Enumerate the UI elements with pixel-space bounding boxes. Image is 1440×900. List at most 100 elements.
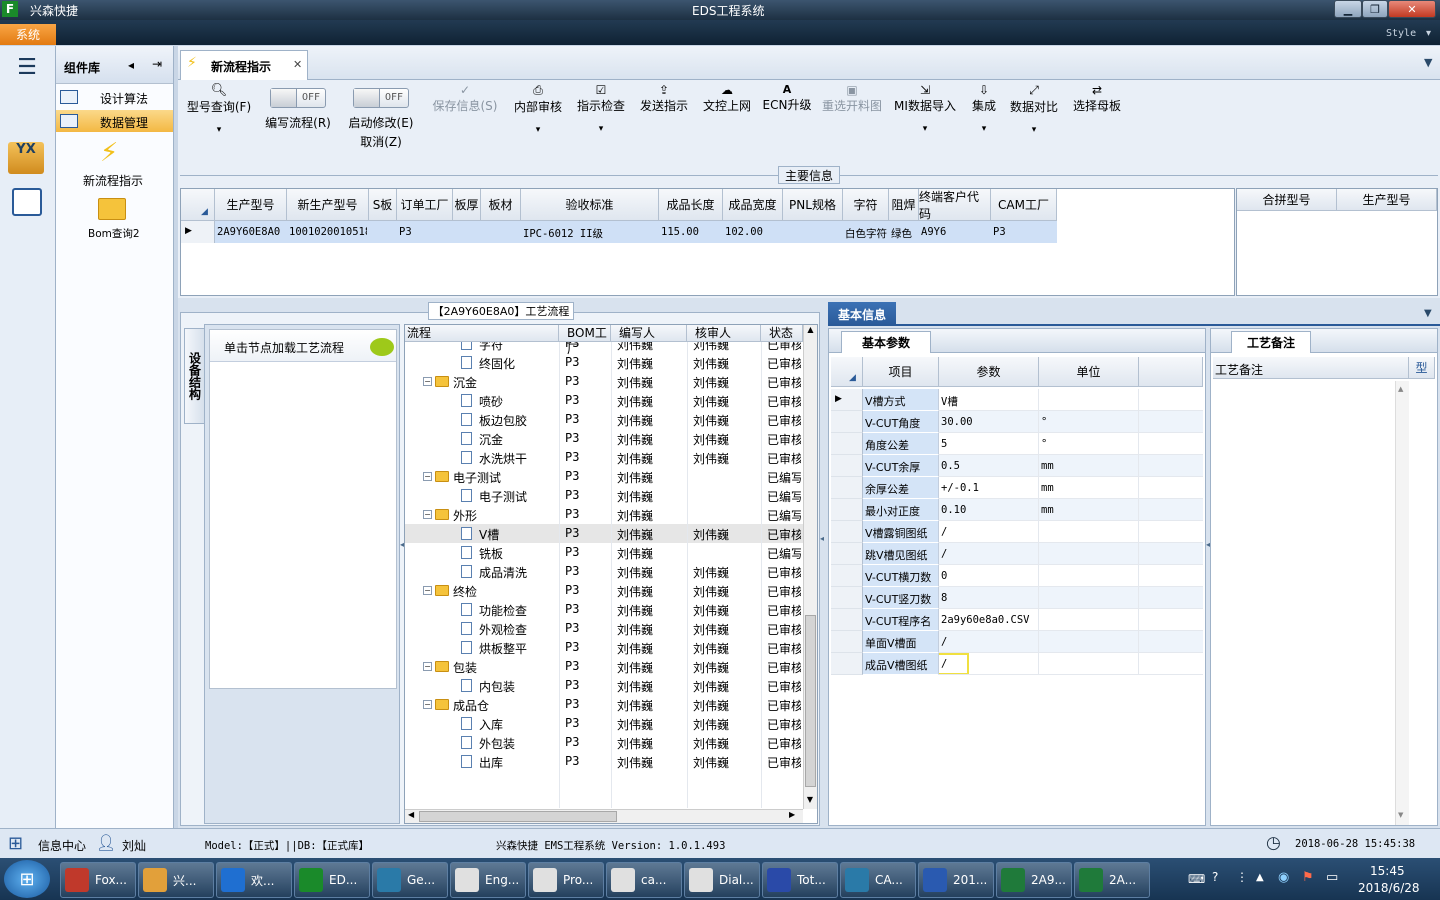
taskbar-item[interactable]: ED... [294, 862, 370, 898]
mi-import-button[interactable]: ⇲ MI数据导入 ▾ [892, 80, 958, 148]
column-header[interactable]: 板材 [481, 189, 521, 221]
tree-node-label[interactable]: 成品仓 [453, 697, 553, 714]
taskbar-item[interactable]: 201... [918, 862, 994, 898]
param-value[interactable]: 0.5 [939, 455, 1039, 477]
table-row[interactable]: − 沉金 P3 刘伟巍 刘伟巍 已审核 [405, 372, 803, 391]
column-header[interactable]: 单位 [1039, 357, 1139, 387]
param-unit[interactable] [1039, 543, 1139, 565]
param-value[interactable]: 0.10 [939, 499, 1039, 521]
param-unit[interactable] [1039, 521, 1139, 543]
style-dropdown-icon[interactable]: ▾ [1426, 28, 1431, 39]
sidebar-item-design-algorithm[interactable]: 设计算法 [56, 86, 173, 108]
model-query-button[interactable]: 🔍︎ 型号查询(F) ▾ [182, 80, 256, 148]
tree-node-label[interactable]: 外形 [453, 507, 553, 524]
internal-review-button[interactable]: ⎙ 内部审核 ▾ [508, 80, 568, 148]
param-unit[interactable] [1039, 631, 1139, 653]
table-row[interactable]: 板边包胶 P3 刘伟巍 刘伟巍 已审核 [405, 410, 803, 429]
display-icon[interactable]: ▭ [1326, 870, 1338, 885]
column-header[interactable]: 型 [1409, 357, 1435, 379]
param-unit[interactable] [1039, 565, 1139, 587]
tree-node-label[interactable]: 功能检查 [479, 602, 579, 619]
table-cell[interactable]: 绿色 [891, 226, 917, 241]
splitter-handle-icon[interactable]: ◂ [820, 534, 824, 543]
column-header[interactable]: 字符 [843, 189, 889, 221]
pin-icon[interactable]: ⇥ [152, 57, 162, 71]
remarks-textarea[interactable] [1215, 381, 1395, 821]
column-header[interactable]: 新生产型号 [287, 189, 369, 221]
taskbar-item[interactable]: 欢... [216, 862, 292, 898]
table-row[interactable]: 终固化 P3 刘伟巍 刘伟巍 已审核 [405, 353, 803, 372]
ecn-upgrade-button[interactable]: A ECN升级 [760, 80, 814, 148]
save-info-button[interactable]: ✓ 保存信息(S) [428, 80, 502, 148]
minimize-button[interactable]: ▁ [1334, 0, 1362, 18]
table-cell[interactable]: P3 [993, 226, 1055, 238]
param-unit[interactable] [1039, 389, 1139, 411]
tree-node-label[interactable]: V槽 [479, 526, 579, 543]
collapse-left-icon[interactable]: ◂ [128, 58, 134, 72]
table-row[interactable]: 外观检查 P3 刘伟巍 刘伟巍 已审核 [405, 619, 803, 638]
tray-expand-icon[interactable]: ▲ [1256, 872, 1264, 883]
param-unit[interactable] [1039, 609, 1139, 631]
table-row[interactable]: 外包装 P3 刘伟巍 刘伟巍 已审核 [405, 733, 803, 752]
table-cell[interactable]: A9Y6 [921, 226, 989, 238]
doc-upload-button[interactable]: ☁ 文控上网 [698, 80, 756, 148]
tree-node-label[interactable]: 水洗烘干 [479, 450, 579, 467]
param-value[interactable]: 2a9y60e8a0.CSV [939, 609, 1039, 631]
param-value[interactable]: 8 [939, 587, 1039, 609]
table-row[interactable]: 入库 P3 刘伟巍 刘伟巍 已审核 [405, 714, 803, 733]
tree-node-label[interactable]: 字符 [479, 342, 579, 353]
scroll-left-icon[interactable]: ◀ [408, 810, 414, 819]
tree-node-label[interactable]: 沉金 [479, 431, 579, 448]
tray-menu-icon[interactable]: ⋮ [1236, 870, 1248, 884]
column-header[interactable]: S板 [369, 189, 397, 221]
tree-node-label[interactable]: 入库 [479, 716, 579, 733]
column-header[interactable]: 生产型号 [1337, 189, 1437, 211]
column-header[interactable]: 生产型号 [215, 189, 287, 221]
table-cell[interactable]: 115.00 [661, 226, 721, 238]
taskbar-item[interactable]: 2A9... [996, 862, 1072, 898]
taskbar-item[interactable]: Ge... [372, 862, 448, 898]
tree-node-label[interactable]: 出库 [479, 754, 579, 771]
sidebar-item-data-management[interactable]: 数据管理 [56, 110, 173, 132]
send-instruction-button[interactable]: ⇪ 发送指示 [634, 80, 694, 148]
taskbar-item[interactable]: Pro... [528, 862, 604, 898]
table-cell[interactable]: 白色字符 [845, 226, 887, 241]
maximize-button[interactable]: ❐ [1362, 0, 1388, 18]
param-value[interactable]: / [939, 653, 1039, 675]
taskbar-item[interactable]: Tot... [762, 862, 838, 898]
scroll-down-icon[interactable]: ▼ [1398, 811, 1403, 819]
table-cell[interactable]: IPC-6012 II级 [523, 226, 657, 241]
windows-grid-icon[interactable]: ⊞ [8, 833, 23, 854]
close-button[interactable]: ✕ [1388, 0, 1436, 18]
table-row[interactable]: 烘板整平 P3 刘伟巍 刘伟巍 已审核 [405, 638, 803, 657]
collapse-toggle-icon[interactable]: − [423, 510, 432, 519]
launcher-bom-query[interactable]: Bom查询2 [56, 194, 173, 242]
tab-process-remarks[interactable]: 工艺备注 [1231, 331, 1311, 353]
table-row[interactable]: 2A9Y60E8A0 10010200105181 P3 IPC-6012 II级 11… [215, 221, 1057, 243]
select-mother-board-button[interactable]: ⇄ 选择母板 [1068, 80, 1126, 148]
tab-list-dropdown-icon[interactable]: ▼ [1424, 56, 1432, 69]
scroll-up-icon[interactable]: ▲ [1398, 385, 1403, 393]
column-header[interactable]: 成品长度 [659, 189, 723, 221]
scroll-thumb[interactable] [419, 811, 617, 822]
tree-node-label[interactable]: 沉金 [453, 374, 553, 391]
param-unit[interactable]: mm [1039, 455, 1139, 477]
param-value[interactable]: 30.00 [939, 411, 1039, 433]
column-header[interactable]: 成品宽度 [723, 189, 783, 221]
collapse-toggle-icon[interactable]: − [423, 377, 432, 386]
taskbar-item[interactable]: 兴... [138, 862, 214, 898]
start-button[interactable]: ⊞ [4, 860, 50, 898]
tree-node-label[interactable]: 成品清洗 [479, 564, 579, 581]
factory-logo-icon[interactable]: YX [8, 142, 44, 174]
tab-new-flow[interactable]: ⚡ 新流程指示 ✕ [180, 50, 308, 80]
column-header[interactable]: CAM工厂 [991, 189, 1057, 221]
param-value[interactable]: 5 [939, 433, 1039, 455]
tree-node-label[interactable]: 电子测试 [479, 488, 579, 505]
vertical-scrollbar[interactable]: ▲ ▼ [803, 325, 817, 809]
tab-basic-params[interactable]: 基本参数 [841, 331, 931, 353]
taskbar-item[interactable]: Dial... [684, 862, 760, 898]
scroll-thumb[interactable] [805, 615, 816, 787]
table-row[interactable]: 内包装 P3 刘伟巍 刘伟巍 已审核 [405, 676, 803, 695]
collapse-toggle-icon[interactable]: − [423, 472, 432, 481]
param-value[interactable]: 0 [939, 565, 1039, 587]
